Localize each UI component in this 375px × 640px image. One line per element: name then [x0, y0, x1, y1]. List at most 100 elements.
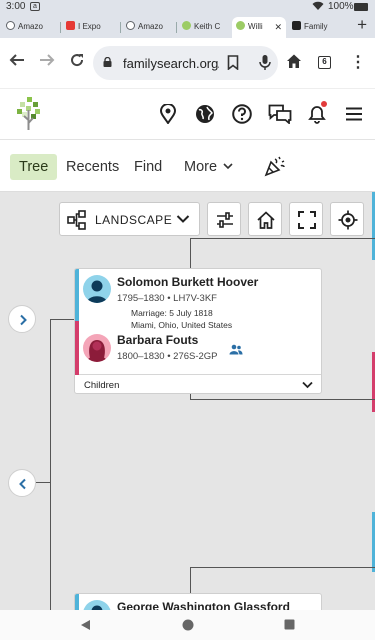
globe-icon: [126, 21, 135, 30]
nav-more-label: More: [184, 159, 218, 175]
layout-label: LANDSCAPE: [95, 213, 173, 227]
recenter-button[interactable]: [330, 202, 364, 236]
chevron-left-icon: [19, 478, 26, 490]
home-person-button[interactable]: [248, 202, 282, 236]
tree-settings-button[interactable]: [207, 202, 241, 236]
fullscreen-button[interactable]: [289, 202, 323, 236]
browser-toolbar: familysearch.org/ 6 ⋮: [0, 38, 375, 88]
browser-tab-strip: Amazo I Expo Amazo Keith C Willi ✕ Famil…: [0, 14, 375, 38]
nav-more[interactable]: More: [184, 154, 233, 180]
nav-recents[interactable]: Recents: [66, 154, 119, 180]
bell-icon[interactable]: [308, 104, 326, 124]
tab-title: I Expo: [78, 22, 101, 31]
male-avatar-icon: [83, 600, 111, 610]
marriage-date: Marriage: 5 July 1818: [131, 308, 213, 318]
person-name[interactable]: George Washington Glassford: [117, 600, 290, 610]
tab-title: Family: [304, 22, 328, 31]
person-name[interactable]: Barbara Fouts: [117, 333, 198, 347]
familysearch-logo-icon[interactable]: [16, 96, 42, 132]
browser-tab[interactable]: I Expo: [62, 17, 119, 38]
browser-tab[interactable]: Keith C: [178, 17, 230, 38]
recents-square-icon[interactable]: [284, 619, 295, 630]
globe-icon: [6, 21, 15, 30]
chevron-down-icon: [176, 215, 190, 223]
connector-line: [36, 482, 51, 483]
new-tab-button[interactable]: +: [357, 15, 367, 35]
person-name[interactable]: Solomon Burkett Hoover: [117, 275, 258, 289]
reload-icon[interactable]: [69, 52, 85, 73]
person-lifespan-id: 1800–1830 • 276S-2GP: [117, 351, 218, 362]
couple-card[interactable]: George Washington Glassford: [74, 593, 322, 610]
tab-title: Amazo: [138, 22, 163, 31]
android-nav-bar: [0, 610, 375, 640]
battery-icon: [354, 3, 368, 11]
forward-arrow-icon[interactable]: [39, 52, 55, 73]
close-tab-icon[interactable]: ✕: [274, 17, 282, 37]
person-lifespan-id: 1795–1830 • LH7V-3KF: [117, 293, 217, 304]
connector-line: [190, 238, 375, 239]
home-icon[interactable]: [286, 53, 302, 69]
marriage-info: Marriage: 5 July 1818 Miami, Ohio, Unite…: [131, 307, 232, 331]
tree-sub-nav: Tree Recents Find More: [0, 140, 375, 192]
browser-tab-active[interactable]: Willi ✕: [232, 17, 286, 38]
male-indicator: [75, 269, 79, 321]
notification-badge: a: [30, 2, 40, 11]
familysearch-tree-icon: [236, 21, 245, 30]
familysearch-tree-icon: [182, 21, 191, 30]
tab-title: Keith C: [194, 22, 221, 31]
marriage-place: Miami, Ohio, United States: [131, 320, 233, 330]
expand-left-button[interactable]: [8, 469, 36, 497]
female-avatar-icon: [83, 334, 111, 362]
browser-menu-icon[interactable]: ⋮: [350, 52, 366, 72]
couple-card[interactable]: Solomon Burkett Hoover 1795–1830 • LH7V-…: [74, 268, 322, 394]
sliders-icon: [217, 212, 233, 228]
chevron-right-icon: [20, 314, 27, 326]
chat-icon[interactable]: [268, 104, 292, 124]
battery-percentage: 100%: [328, 1, 354, 12]
tab-switcher-button[interactable]: 6: [318, 56, 331, 69]
nav-tree[interactable]: Tree: [10, 154, 58, 180]
children-dropdown[interactable]: Children: [79, 374, 321, 393]
lock-icon: [103, 57, 112, 67]
layout-dropdown[interactable]: LANDSCAPE: [59, 202, 200, 236]
home-icon: [257, 211, 275, 229]
browser-tab[interactable]: Amazo: [2, 17, 58, 38]
tree-canvas[interactable]: LANDSCAPE Solomon Burkett Hoover 1795–18…: [0, 192, 375, 610]
tree-layout-icon: [67, 210, 86, 230]
back-arrow-icon[interactable]: [9, 52, 25, 73]
browser-tab[interactable]: Family: [288, 17, 338, 38]
nav-find[interactable]: Find: [134, 154, 162, 180]
youtube-icon: [66, 21, 75, 30]
female-indicator: [75, 321, 79, 375]
bookmark-icon[interactable]: [227, 55, 239, 70]
back-triangle-icon[interactable]: [80, 619, 91, 631]
notification-dot: [321, 101, 327, 107]
globe-icon[interactable]: [195, 104, 215, 124]
address-bar[interactable]: familysearch.org/: [93, 46, 278, 80]
familysearch-icon: [292, 21, 301, 30]
party-popper-icon[interactable]: [264, 155, 286, 177]
tab-title: Willi: [248, 22, 263, 31]
url-text: familysearch.org/: [123, 56, 219, 71]
male-indicator: [75, 594, 79, 610]
site-header: [0, 88, 375, 140]
home-circle-icon[interactable]: [182, 619, 194, 631]
connector-line: [190, 567, 375, 568]
map-pin-icon[interactable]: [160, 104, 176, 124]
microphone-icon[interactable]: [259, 54, 271, 71]
relationship-icon[interactable]: [229, 344, 243, 355]
expand-right-button[interactable]: [8, 305, 36, 333]
help-icon[interactable]: [232, 104, 252, 124]
menu-icon[interactable]: [346, 107, 362, 121]
wifi-icon: [312, 1, 324, 13]
status-time: 3:00: [6, 1, 26, 12]
tab-title: Amazo: [18, 22, 43, 31]
connector-line: [50, 319, 74, 320]
chevron-down-icon: [223, 163, 233, 170]
fullscreen-icon: [298, 211, 316, 229]
chevron-down-icon: [302, 381, 313, 389]
status-bar: 3:00 a 100%: [0, 0, 375, 14]
connector-line: [50, 319, 51, 610]
male-avatar-icon: [83, 275, 111, 303]
browser-tab[interactable]: Amazo: [122, 17, 174, 38]
